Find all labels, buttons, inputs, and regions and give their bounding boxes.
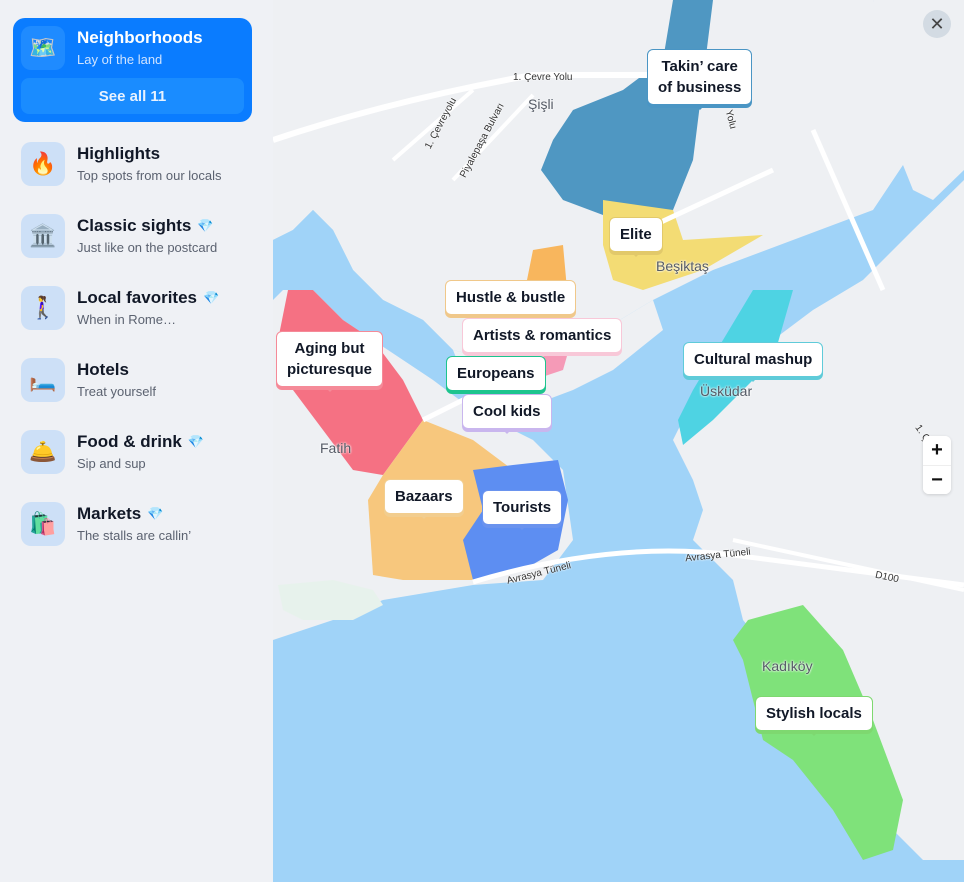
category-subtitle: Lay of the land — [77, 51, 163, 67]
neighborhood-label-business[interactable]: Takin’ care of business — [647, 49, 753, 110]
premium-gem-icon: 💎 — [203, 289, 220, 305]
close-button[interactable]: ✕ — [923, 10, 951, 38]
place-label-sisli: Şişli — [528, 96, 554, 112]
neighborhood-label-cultural-mashup[interactable]: Cultural mashup — [683, 342, 824, 382]
category-list: 🔥 Highlights Top spots from our locals 🏛… — [13, 128, 260, 560]
premium-gem-icon: 💎 — [147, 505, 164, 521]
zoom-out-button[interactable]: − — [923, 465, 951, 494]
category-subtitle: Sip and sup — [77, 455, 146, 471]
category-title: Hotels — [77, 359, 129, 379]
close-icon: ✕ — [929, 13, 945, 34]
category-item-classic-sights[interactable]: 🏛️ Classic sights 💎 Just like on the post… — [13, 200, 260, 272]
premium-gem-icon: 💎 — [187, 433, 205, 449]
neighborhood-label-elite[interactable]: Elite — [609, 217, 663, 257]
category-card-neighborhoods[interactable]: 🗺️ Neighborhoods Lay of the land See all… — [13, 18, 252, 122]
neighborhood-label-europeans[interactable]: Europeans — [446, 356, 546, 396]
map-canvas[interactable]: Şişli Beşiktaş Fatih Üsküdar Kadıköy 1. … — [273, 0, 964, 882]
label-line: Takin’ care — [661, 58, 738, 75]
place-label-uskudar: Üsküdar — [700, 383, 753, 399]
classical-building-icon: 🏛️ — [21, 214, 65, 258]
neighborhood-label-cool-kids[interactable]: Cool kids — [462, 394, 552, 434]
label-line: Aging but — [294, 340, 365, 357]
neighborhood-label-tourists[interactable]: Tourists — [482, 490, 563, 530]
place-label-besiktas: Beşiktaş — [656, 258, 709, 274]
neighborhood-label-stylish-locals[interactable]: Stylish locals — [755, 696, 873, 736]
label-line: of business — [658, 79, 742, 96]
category-title: Classic sights 💎 — [77, 215, 214, 235]
category-title: Local favorites 💎 — [77, 287, 220, 307]
category-item-hotels[interactable]: 🛏️ Hotels Treat yourself — [13, 344, 260, 416]
shopping-bags-icon: 🛍️ — [21, 502, 65, 546]
category-title: Food & drink 💎 — [77, 431, 205, 451]
bell-cloche-icon: 🛎️ — [21, 430, 65, 474]
category-title: Neighborhoods — [77, 27, 203, 47]
category-subtitle: The stalls are callin’ — [77, 527, 192, 543]
category-title: Highlights — [77, 143, 161, 163]
neighborhood-label-aging-picturesque[interactable]: Aging but picturesque — [276, 331, 384, 392]
see-all-button[interactable]: See all 11 — [21, 78, 244, 114]
place-label-fatih: Fatih — [320, 440, 352, 456]
place-label-kadikoy: Kadıköy — [762, 658, 813, 674]
premium-gem-icon: 💎 — [197, 217, 214, 233]
map-basemap — [273, 0, 964, 860]
category-item-local-favorites[interactable]: 🚶‍♀️ Local favorites 💎 When in Rome… — [13, 272, 260, 344]
bed-icon: 🛏️ — [21, 358, 65, 402]
category-subtitle: Treat yourself — [77, 383, 156, 399]
category-subtitle: When in Rome… — [77, 311, 176, 327]
category-title: Markets 💎 — [77, 503, 164, 523]
person-walking-icon: 🚶‍♀️ — [21, 286, 65, 330]
category-subtitle: Just like on the postcard — [77, 239, 218, 255]
category-item-food-drink[interactable]: 🛎️ Food & drink 💎 Sip and sup — [13, 416, 260, 488]
category-item-highlights[interactable]: 🔥 Highlights Top spots from our locals — [13, 128, 260, 200]
label-line: picturesque — [287, 361, 373, 378]
zoom-in-button[interactable]: + — [923, 436, 951, 465]
road-label-cevre-yolu: 1. Çevre Yolu — [513, 72, 573, 83]
world-map-icon: 🗺️ — [21, 26, 65, 70]
category-item-markets[interactable]: 🛍️ Markets 💎 The stalls are callin’ — [13, 488, 260, 560]
neighborhood-label-hustle-bustle[interactable]: Hustle & bustle — [445, 280, 577, 320]
category-subtitle: Top spots from our locals — [77, 167, 222, 183]
fire-icon: 🔥 — [21, 142, 65, 186]
zoom-control: + − — [923, 436, 951, 494]
neighborhood-label-artists-romantics[interactable]: Artists & romantics — [462, 318, 623, 358]
sidebar: 🗺️ Neighborhoods Lay of the land See all… — [0, 0, 273, 882]
neighborhood-label-bazaars[interactable]: Bazaars — [384, 479, 464, 519]
